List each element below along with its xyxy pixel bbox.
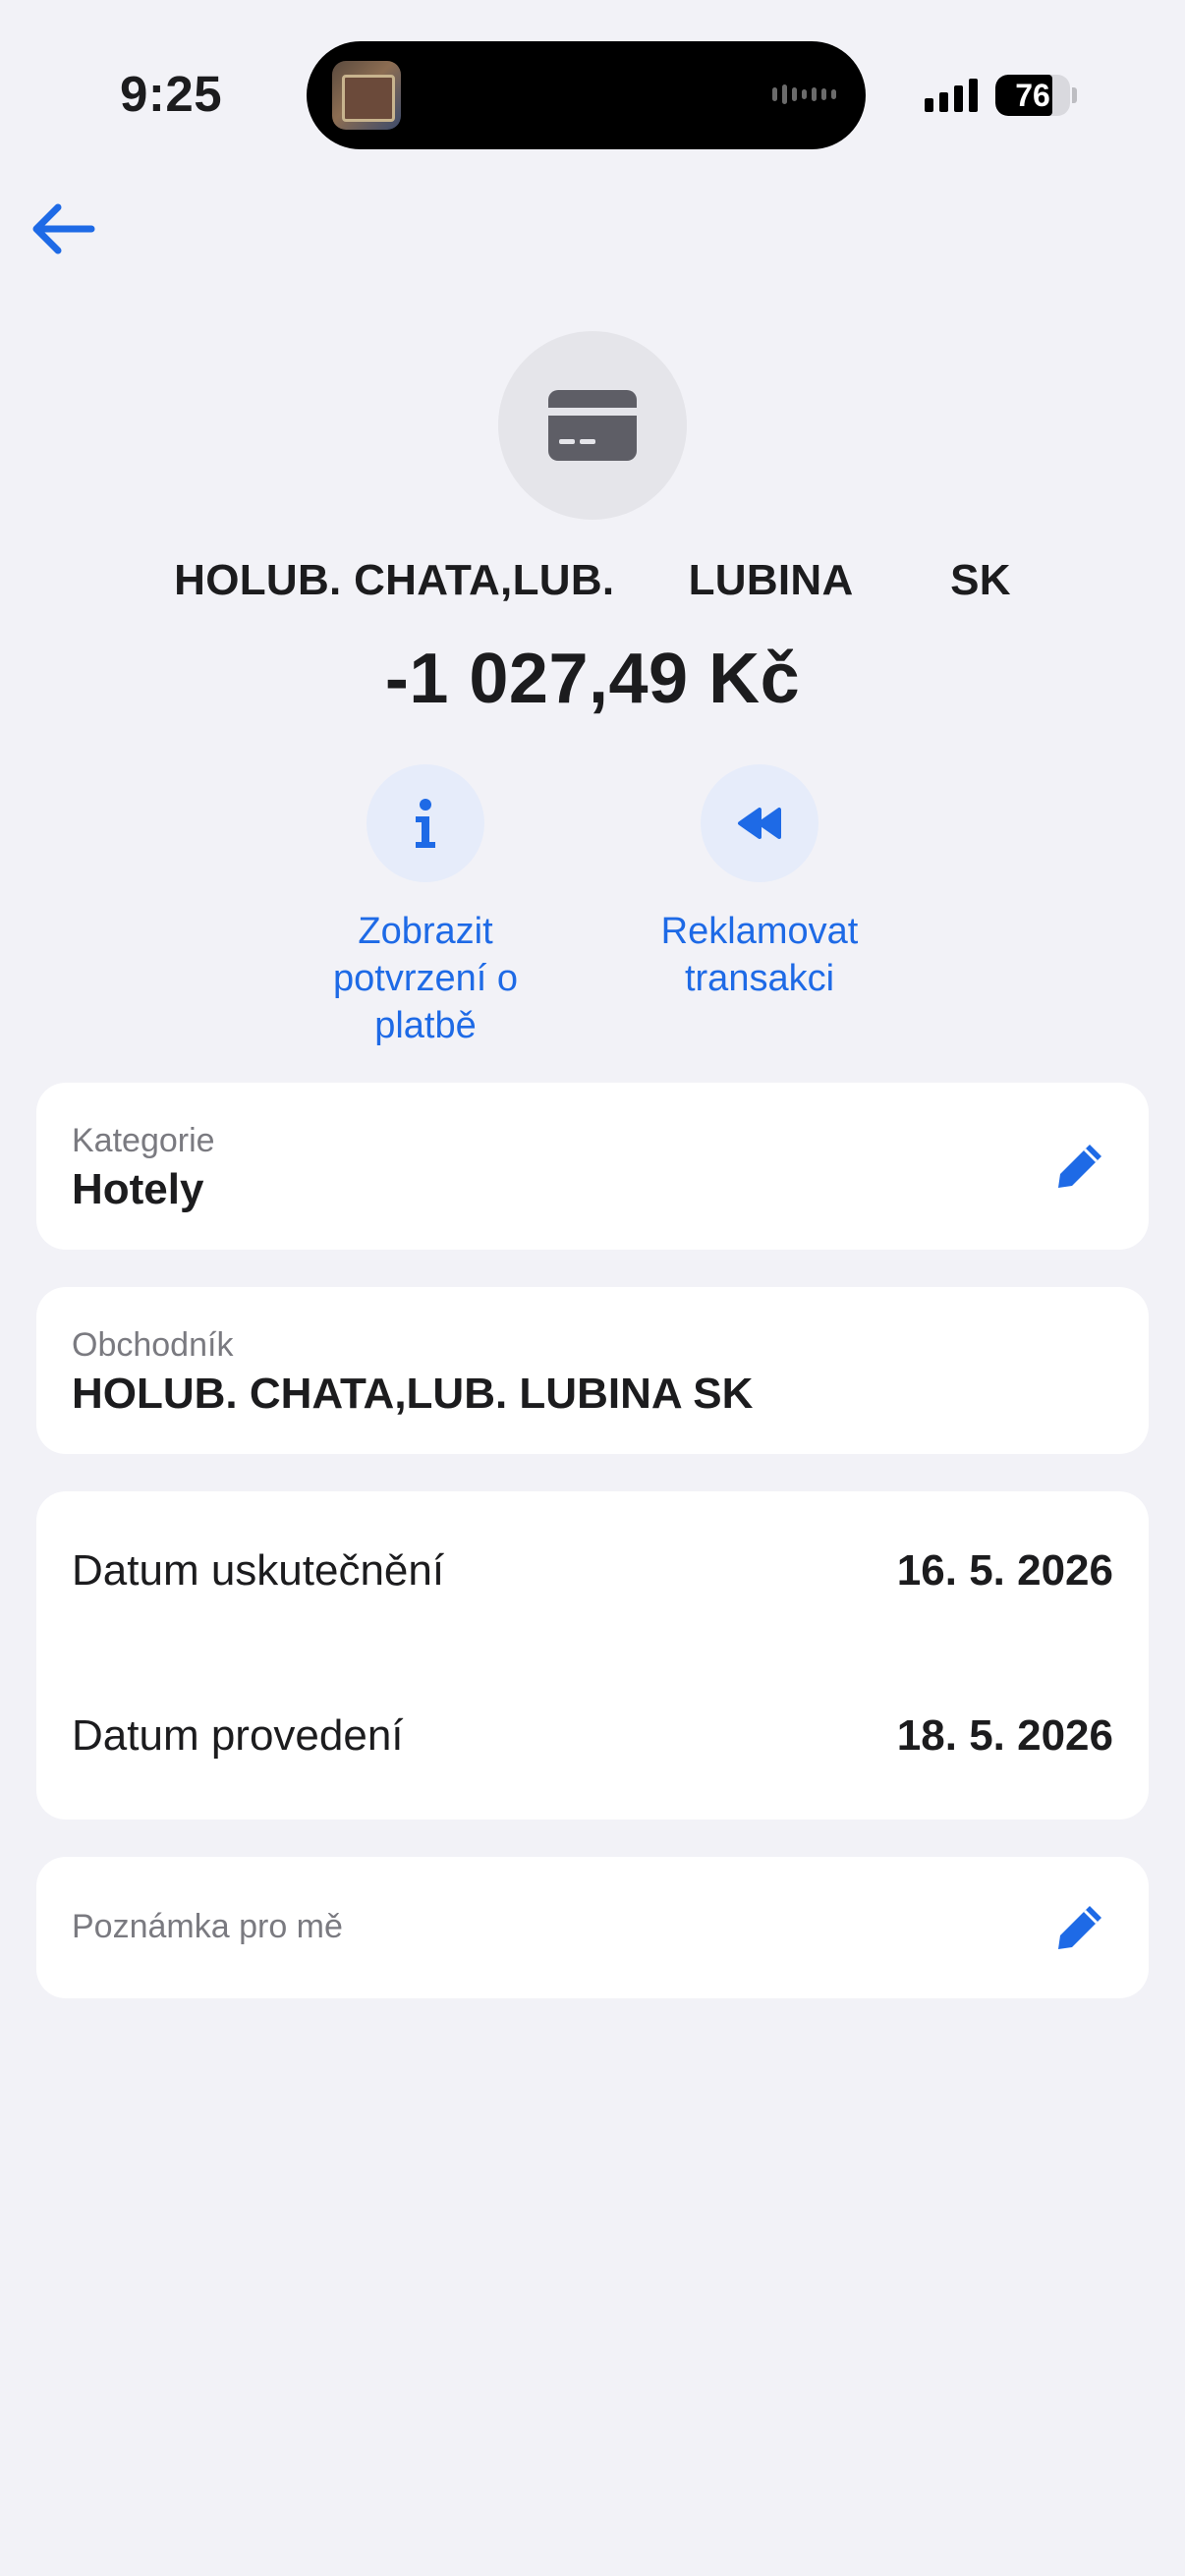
transaction-amount: -1 027,49 Kč <box>384 640 801 718</box>
back-button[interactable] <box>22 193 102 265</box>
show-payment-confirmation-button[interactable]: Zobrazit potvrzení o platbě <box>298 764 553 1049</box>
executed-date-label: Datum uskutečnění <box>72 1546 445 1595</box>
now-playing-thumbnail <box>332 61 401 130</box>
dispute-transaction-button[interactable]: Reklamovat transakci <box>632 764 887 1002</box>
battery-icon: 76 <box>995 75 1070 116</box>
audio-waveform-icon <box>772 84 836 104</box>
edit-note-button[interactable] <box>1048 1896 1111 1959</box>
dates-card: Datum uskutečnění 16. 5. 2026 Datum prov… <box>36 1491 1149 1820</box>
action-circle <box>367 764 484 882</box>
merchant-avatar <box>498 331 687 520</box>
dynamic-island[interactable] <box>307 41 866 149</box>
processed-date-value: 18. 5. 2026 <box>896 1711 1113 1760</box>
processed-date-label: Datum provedení <box>72 1711 404 1760</box>
merchant-label: Obchodník <box>72 1326 234 1364</box>
action-label: Zobrazit potvrzení o platbě <box>333 911 518 1046</box>
cellular-signal-icon <box>925 79 978 112</box>
merchant-title: HOLUB. CHATA,LUB. LUBINA SK <box>174 556 1011 604</box>
executed-date-value: 16. 5. 2026 <box>896 1546 1113 1595</box>
merchant-value: HOLUB. CHATA,LUB. LUBINA SK <box>72 1370 754 1418</box>
status-time: 9:25 <box>120 66 223 122</box>
battery-cap <box>1072 87 1077 103</box>
edit-category-button[interactable] <box>1048 1135 1111 1198</box>
note-placeholder: Poznámka pro mě <box>72 1908 343 1945</box>
status-bar: 9:25 76 <box>0 0 1185 187</box>
info-icon <box>416 799 435 848</box>
arrow-left-icon <box>32 203 95 254</box>
rewind-icon <box>738 808 781 839</box>
note-card[interactable]: Poznámka pro mě <box>36 1857 1149 1998</box>
merchant-card: Obchodník HOLUB. CHATA,LUB. LUBINA SK <box>36 1287 1149 1454</box>
category-value: Hotely <box>72 1165 204 1213</box>
pencil-icon <box>1058 1906 1101 1949</box>
category-label: Kategorie <box>72 1122 215 1159</box>
battery-level: 76 <box>1015 78 1050 113</box>
action-label: Reklamovat transakci <box>660 911 859 999</box>
action-circle <box>701 764 818 882</box>
pencil-icon <box>1058 1145 1101 1188</box>
credit-card-icon <box>548 390 637 461</box>
category-card[interactable]: Kategorie Hotely <box>36 1083 1149 1250</box>
